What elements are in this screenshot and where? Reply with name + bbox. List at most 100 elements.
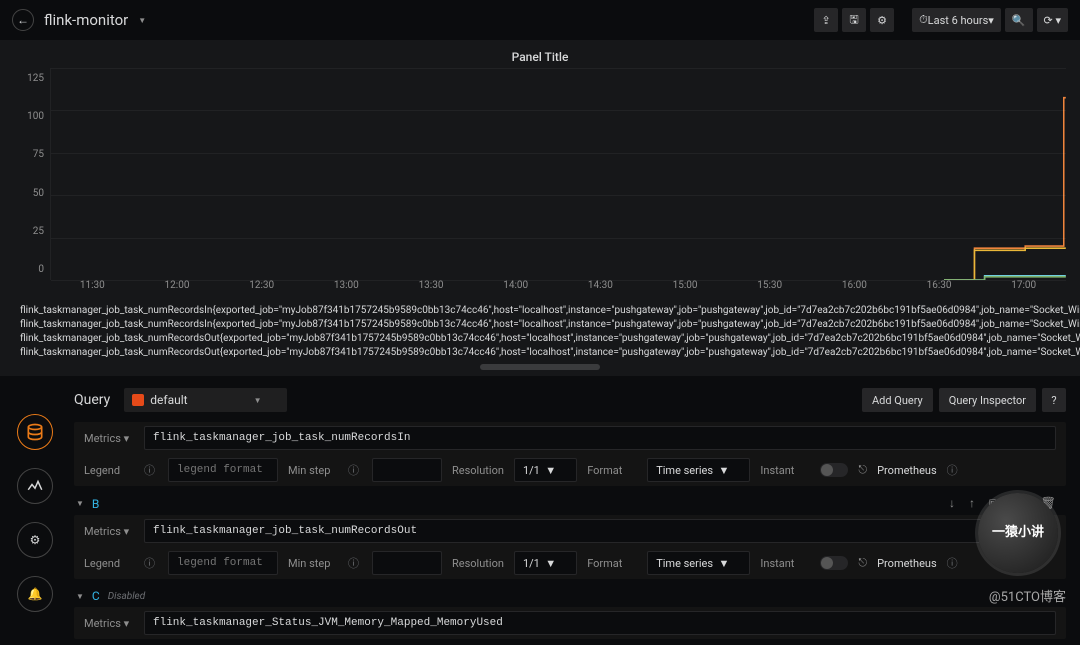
info-icon[interactable]: ⓘ [947, 462, 961, 478]
min-step-input[interactable] [372, 551, 442, 575]
query-letter: C [92, 589, 100, 603]
datasource-name: default [150, 393, 187, 407]
format-select[interactable]: Time series ▼ [647, 458, 750, 482]
min-step-input[interactable] [372, 458, 442, 482]
format-label: Format [587, 557, 637, 570]
external-link-icon[interactable]: ⎋ [858, 463, 867, 477]
prometheus-link[interactable]: Prometheus [877, 557, 937, 570]
info-icon[interactable]: ⓘ [348, 555, 362, 571]
visualization-tab[interactable] [17, 468, 53, 504]
zoom-out-button[interactable]: 🔍 [1005, 8, 1033, 32]
y-tick: 75 [33, 149, 44, 160]
metrics-label: Metrics ▾ [84, 525, 134, 538]
legend-label: flink_taskmanager_job_task_numRecordsOut… [20, 346, 1080, 360]
info-icon[interactable]: ⓘ [144, 462, 158, 478]
instant-toggle[interactable] [820, 463, 848, 477]
y-tick: 50 [33, 188, 44, 199]
external-link-icon[interactable]: ⎋ [858, 556, 867, 570]
chevron-down-icon[interactable]: ▼ [138, 16, 146, 25]
queries-tab[interactable] [17, 414, 53, 450]
x-tick: 13:30 [389, 280, 474, 291]
legend-item[interactable]: flink_taskmanager_job_task_numRecordsIn{… [14, 304, 1066, 318]
y-tick: 25 [33, 226, 44, 237]
x-tick: 15:00 [643, 280, 728, 291]
move-down-icon[interactable]: ↓ [949, 496, 955, 511]
instant-toggle[interactable] [820, 556, 848, 570]
query-collapse-row[interactable]: ▼B↓↑⧉👁🗑 [74, 492, 1066, 515]
plot-area[interactable] [50, 68, 1066, 280]
y-tick: 0 [38, 264, 44, 275]
metrics-label: Metrics ▾ [84, 617, 134, 630]
legend-input[interactable] [168, 551, 278, 575]
query-block: Metrics ▾ Legend ⓘ Min step ⓘ Resolution… [74, 422, 1066, 486]
back-button[interactable]: ← [12, 9, 34, 31]
editor-main: Query default ▼ Add Query Query Inspecto… [62, 384, 1080, 645]
data-lines [944, 68, 1066, 280]
share-button[interactable]: ⇪ [814, 8, 838, 32]
x-tick: 14:30 [558, 280, 643, 291]
legend-item[interactable]: flink_taskmanager_job_task_numRecordsIn{… [14, 318, 1066, 332]
resolution-label: Resolution [452, 557, 504, 570]
info-icon[interactable]: ⓘ [348, 462, 362, 478]
save-button[interactable]: 🖫 [842, 8, 866, 32]
prometheus-icon [132, 394, 144, 406]
legend-input[interactable] [168, 458, 278, 482]
x-tick: 12:00 [135, 280, 220, 291]
query-inspector-button[interactable]: Query Inspector [939, 388, 1036, 412]
info-icon[interactable]: ⓘ [144, 555, 158, 571]
query-letter: B [92, 497, 99, 511]
prometheus-link[interactable]: Prometheus [877, 464, 937, 477]
move-up-icon[interactable]: ↑ [969, 496, 975, 511]
x-tick: 17:00 [981, 280, 1066, 291]
resolution-select[interactable]: 1/1 ▼ [514, 551, 577, 575]
editor-side-tabs: ⚙ 🔔 [8, 384, 62, 645]
add-query-button[interactable]: Add Query [862, 388, 933, 412]
instant-label: Instant [760, 464, 810, 477]
legend-label: Legend [84, 557, 134, 570]
refresh-button[interactable]: ⟳ ▾ [1037, 8, 1068, 32]
info-icon[interactable]: ⓘ [947, 555, 961, 571]
resolution-select[interactable]: 1/1 ▼ [514, 458, 577, 482]
top-toolbar: ← flink-monitor ▼ ⇪ 🖫 ⚙ ⏱ Last 6 hours ▾… [0, 0, 1080, 40]
legend: flink_taskmanager_job_task_numRecordsIn{… [0, 300, 1080, 362]
format-select[interactable]: Time series ▼ [647, 551, 750, 575]
watermark-text: @51CTO博客 [989, 586, 1066, 605]
general-tab[interactable]: ⚙ [17, 522, 53, 558]
x-tick: 16:00 [812, 280, 897, 291]
metrics-input[interactable] [144, 519, 1056, 543]
legend-label: flink_taskmanager_job_task_numRecordsOut… [20, 332, 1080, 346]
query-block: Metrics ▾ [74, 607, 1066, 639]
y-tick: 125 [27, 73, 44, 84]
panel-title[interactable]: Panel Title [14, 46, 1066, 68]
chevron-down-icon: ▼ [254, 396, 262, 405]
chevron-down-icon: ▼ [76, 592, 84, 601]
metrics-input[interactable] [144, 611, 1056, 635]
min-step-label: Min step [288, 557, 338, 570]
legend-item[interactable]: flink_taskmanager_job_task_numRecordsOut… [14, 346, 1066, 360]
legend-item[interactable]: flink_taskmanager_job_task_numRecordsOut… [14, 332, 1066, 346]
graph-panel: Panel Title 1251007550250 11:3012:0012:3… [14, 46, 1066, 296]
dashboard-title[interactable]: flink-monitor [44, 11, 128, 29]
legend-scrollbar[interactable] [480, 364, 600, 370]
help-button[interactable]: ? [1042, 388, 1066, 412]
query-header: Query default ▼ Add Query Query Inspecto… [62, 384, 1066, 422]
query-editor: ⚙ 🔔 Query default ▼ Add Query Query Insp… [0, 376, 1080, 645]
query-section-label: Query [74, 392, 110, 408]
min-step-label: Min step [288, 464, 338, 477]
x-tick: 16:30 [897, 280, 982, 291]
datasource-select[interactable]: default ▼ [124, 388, 287, 412]
metrics-input[interactable] [144, 426, 1056, 450]
legend-label: flink_taskmanager_job_task_numRecordsIn{… [20, 304, 1080, 318]
y-tick: 100 [27, 111, 44, 122]
chart-area[interactable]: 125 100 75 50 25 0 [14, 68, 1066, 280]
time-range-label: Last 6 hours [928, 14, 989, 27]
query-collapse-row[interactable]: ▼CDisabled [74, 585, 1066, 607]
settings-button[interactable]: ⚙ [870, 8, 894, 32]
format-label: Format [587, 464, 637, 477]
time-range-picker[interactable]: ⏱ Last 6 hours ▾ [912, 8, 1001, 32]
chevron-down-icon: ▼ [76, 499, 84, 508]
watermark-logo: 一猿小讲 [978, 493, 1058, 573]
alert-tab[interactable]: 🔔 [17, 576, 53, 612]
x-tick: 14:00 [473, 280, 558, 291]
query-block: Metrics ▾ Legend ⓘ Min step ⓘ Resolution… [74, 515, 1066, 579]
